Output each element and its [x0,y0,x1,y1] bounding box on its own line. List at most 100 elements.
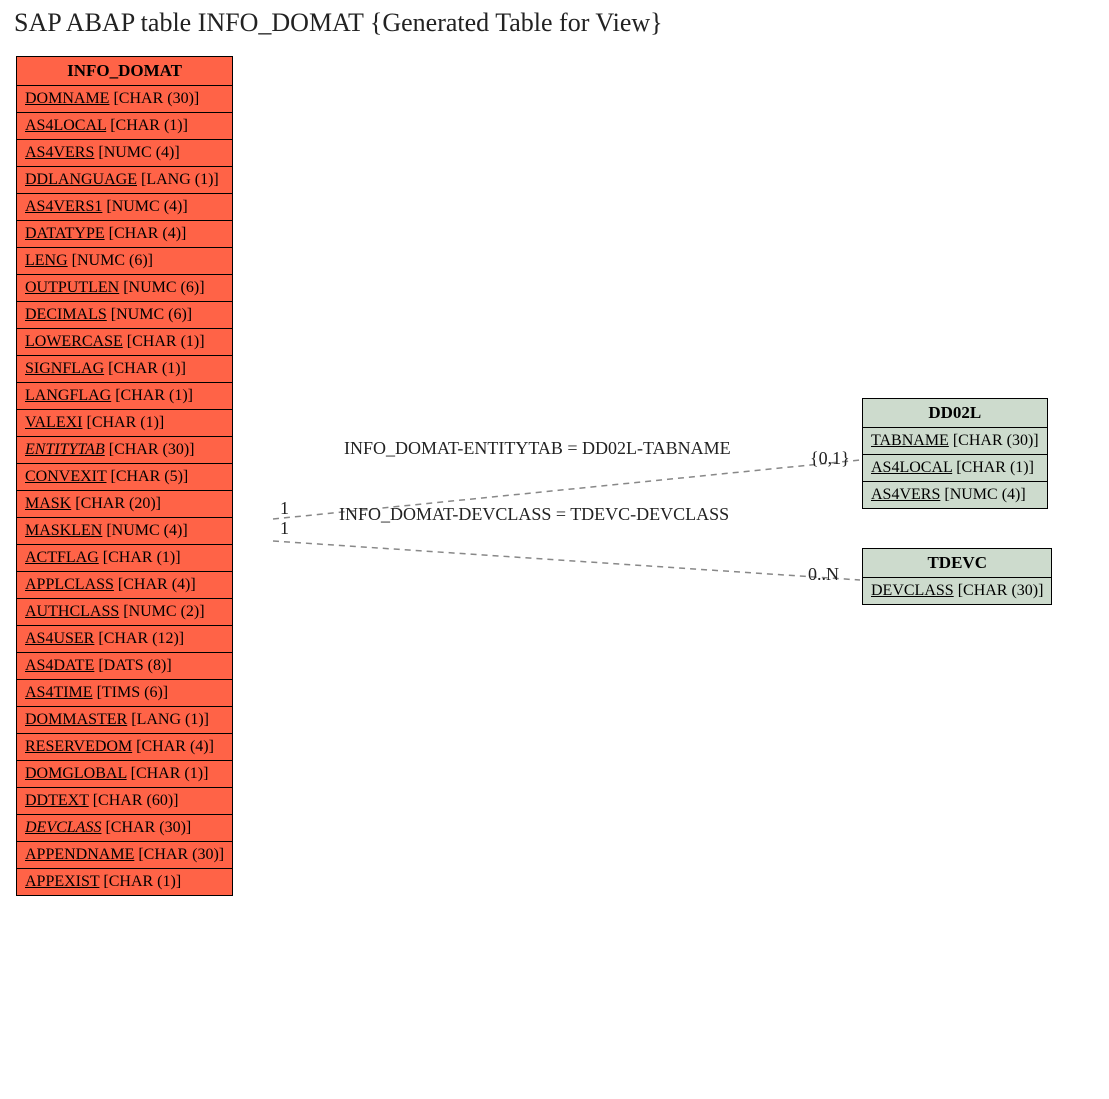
entity-header: INFO_DOMAT [17,57,233,86]
field-type: [CHAR (1)] [127,765,209,782]
field-name: DOMMASTER [25,711,127,728]
page-title: SAP ABAP table INFO_DOMAT {Generated Tab… [14,8,663,38]
field-row: LENG [NUMC (6)] [17,248,233,275]
field-name: DOMNAME [25,90,109,107]
field-type: [NUMC (4)] [940,486,1025,503]
field-row: SIGNFLAG [CHAR (1)] [17,356,233,383]
field-row: RESERVEDOM [CHAR (4)] [17,734,233,761]
field-type: [NUMC (4)] [102,522,187,539]
field-row: DOMNAME [CHAR (30)] [17,86,233,113]
field-name: AUTHCLASS [25,603,119,620]
cardinality-right-0: {0,1} [810,448,850,469]
field-name: LOWERCASE [25,333,123,350]
field-row: AS4VERS [NUMC (4)] [17,140,233,167]
field-type: [CHAR (1)] [111,387,193,404]
field-type: [CHAR (30)] [105,441,195,458]
field-type: [CHAR (1)] [952,459,1034,476]
field-row: AS4DATE [DATS (8)] [17,653,233,680]
field-type: [NUMC (6)] [107,306,192,323]
field-type: [CHAR (4)] [105,225,187,242]
field-name: SIGNFLAG [25,360,104,377]
field-row: DDLANGUAGE [LANG (1)] [17,167,233,194]
field-type: [TIMS (6)] [93,684,169,701]
field-name: AS4VERS1 [25,198,102,215]
field-type: [NUMC (2)] [119,603,204,620]
field-row: DOMMASTER [LANG (1)] [17,707,233,734]
field-row: AS4VERS1 [NUMC (4)] [17,194,233,221]
field-name: MASKLEN [25,522,102,539]
field-row: AS4USER [CHAR (12)] [17,626,233,653]
field-type: [CHAR (30)] [101,819,191,836]
field-type: [LANG (1)] [127,711,209,728]
field-row: APPLCLASS [CHAR (4)] [17,572,233,599]
field-name: DEVCLASS [25,819,101,836]
field-row: TABNAME [CHAR (30)] [863,428,1048,455]
field-name: AS4USER [25,630,94,647]
field-row: AS4LOCAL [CHAR (1)] [863,455,1048,482]
field-name: ENTITYTAB [25,441,105,458]
field-type: [CHAR (1)] [106,117,188,134]
field-name: LENG [25,252,68,269]
field-row: AS4LOCAL [CHAR (1)] [17,113,233,140]
field-type: [CHAR (1)] [123,333,205,350]
field-row: AS4VERS [NUMC (4)] [863,482,1048,509]
field-type: [CHAR (1)] [99,873,181,890]
field-row: ACTFLAG [CHAR (1)] [17,545,233,572]
field-name: AS4VERS [25,144,94,161]
cardinality-left-1: 1 [280,518,289,539]
field-row: DDTEXT [CHAR (60)] [17,788,233,815]
field-type: [CHAR (1)] [104,360,186,377]
field-name: DECIMALS [25,306,107,323]
field-row: CONVEXIT [CHAR (5)] [17,464,233,491]
field-row: DECIMALS [NUMC (6)] [17,302,233,329]
field-name: AS4VERS [871,486,940,503]
field-name: VALEXI [25,414,82,431]
field-type: [CHAR (20)] [71,495,161,512]
field-row: DOMGLOBAL [CHAR (1)] [17,761,233,788]
relationship-label-0: INFO_DOMAT-ENTITYTAB = DD02L-TABNAME [344,438,731,459]
field-name: AS4LOCAL [25,117,106,134]
cardinality-right-1: 0..N [808,564,839,585]
field-name: AS4LOCAL [871,459,952,476]
field-type: [CHAR (30)] [954,582,1044,599]
field-name: ACTFLAG [25,549,99,566]
field-row: LOWERCASE [CHAR (1)] [17,329,233,356]
field-type: [NUMC (6)] [119,279,204,296]
field-row: DATATYPE [CHAR (4)] [17,221,233,248]
field-type: [CHAR (5)] [106,468,188,485]
field-type: [CHAR (1)] [82,414,164,431]
field-type: [CHAR (4)] [132,738,214,755]
field-name: DDLANGUAGE [25,171,137,188]
field-name: DDTEXT [25,792,89,809]
field-name: APPEXIST [25,873,99,890]
field-name: DOMGLOBAL [25,765,127,782]
field-row: APPEXIST [CHAR (1)] [17,869,233,896]
field-name: AS4DATE [25,657,94,674]
field-row: DEVCLASS [CHAR (30)] [863,578,1052,605]
field-type: [CHAR (60)] [89,792,179,809]
field-row: APPENDNAME [CHAR (30)] [17,842,233,869]
field-name: MASK [25,495,71,512]
field-type: [CHAR (4)] [114,576,196,593]
field-name: APPLCLASS [25,576,114,593]
field-row: MASKLEN [NUMC (4)] [17,518,233,545]
field-row: OUTPUTLEN [NUMC (6)] [17,275,233,302]
field-name: DATATYPE [25,225,105,242]
field-type: [CHAR (30)] [109,90,199,107]
entity-header: DD02L [863,399,1048,428]
entity-tdevc: TDEVC DEVCLASS [CHAR (30)] [862,548,1052,605]
field-name: TABNAME [871,432,949,449]
field-type: [CHAR (30)] [949,432,1039,449]
entity-header: TDEVC [863,549,1052,578]
field-type: [CHAR (12)] [94,630,184,647]
field-row: ENTITYTAB [CHAR (30)] [17,437,233,464]
field-row: MASK [CHAR (20)] [17,491,233,518]
field-name: CONVEXIT [25,468,106,485]
field-row: DEVCLASS [CHAR (30)] [17,815,233,842]
field-name: LANGFLAG [25,387,111,404]
field-name: AS4TIME [25,684,93,701]
field-row: LANGFLAG [CHAR (1)] [17,383,233,410]
field-type: [LANG (1)] [137,171,219,188]
field-name: DEVCLASS [871,582,954,599]
field-type: [CHAR (30)] [134,846,224,863]
